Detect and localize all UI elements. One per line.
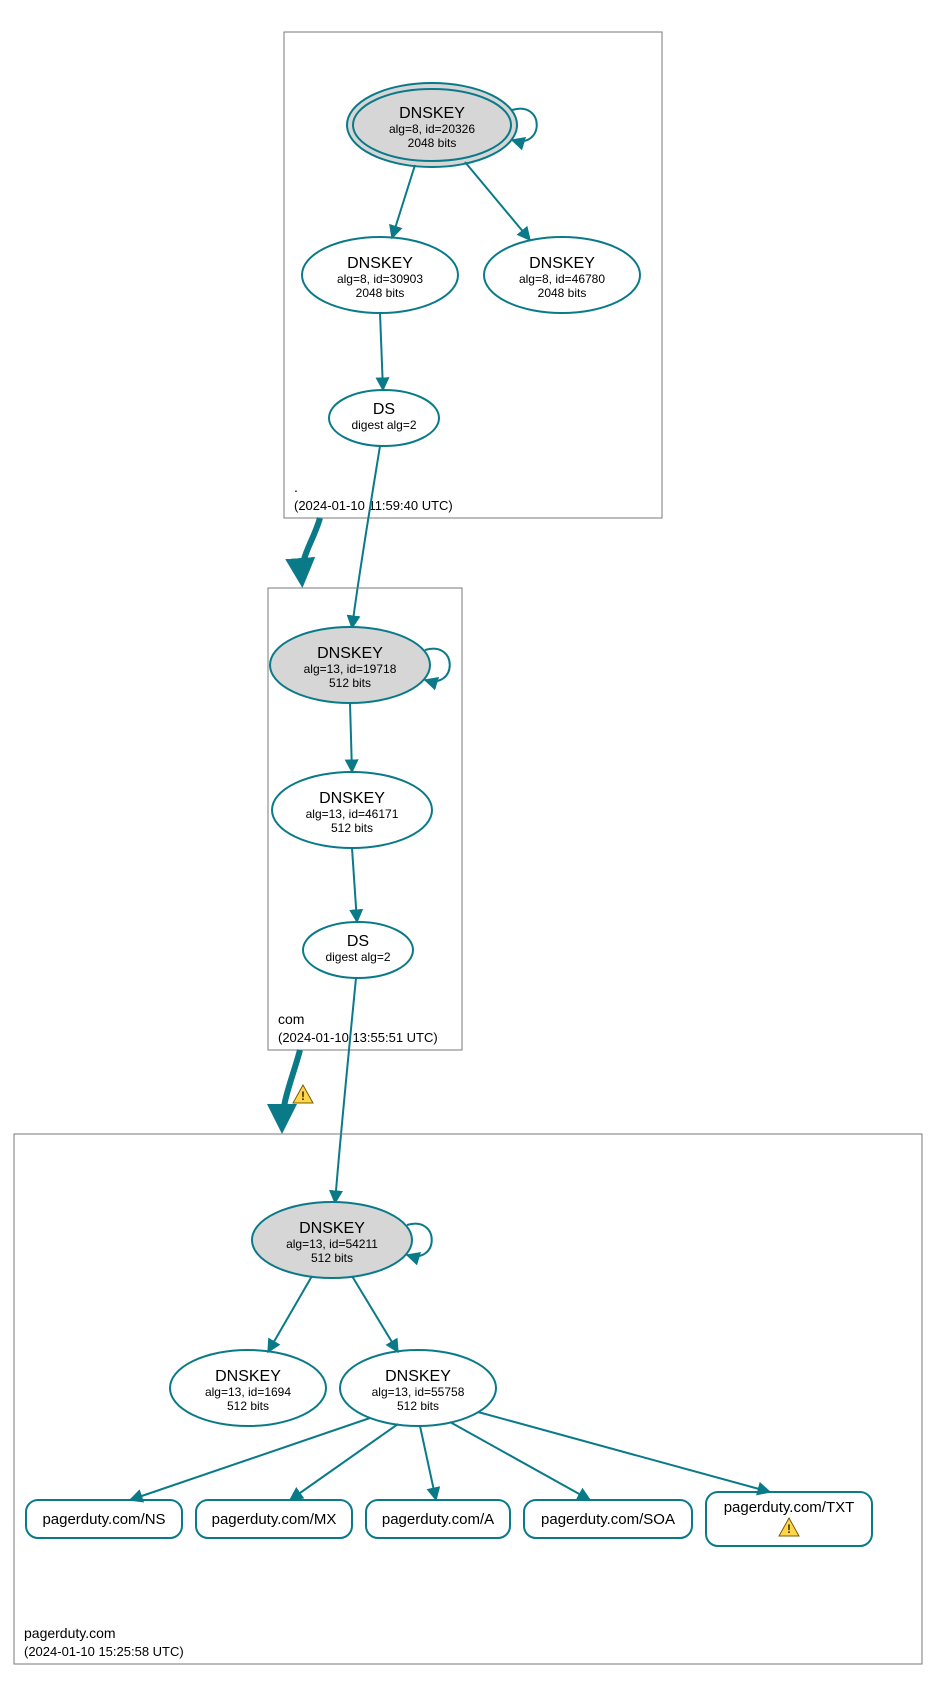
zone-com-timestamp: (2024-01-10 13:55:51 UTC) (278, 1030, 438, 1045)
com-ds-node: DS digest alg=2 (303, 922, 413, 978)
svg-text:512 bits: 512 bits (227, 1399, 269, 1413)
zone-pd-timestamp: (2024-01-10 15:25:58 UTC) (24, 1644, 184, 1659)
com-zsk-node: DNSKEY alg=13, id=46171 512 bits (272, 772, 432, 848)
edge-rootksk-to-zsk2 (465, 162, 530, 240)
svg-text:512 bits: 512 bits (311, 1251, 353, 1265)
record-mx: pagerduty.com/MX (196, 1500, 352, 1538)
edge-rootds-to-comksk (352, 446, 380, 628)
root-zsk2-node: DNSKEY alg=8, id=46780 2048 bits (484, 237, 640, 313)
svg-text:alg=8, id=20326: alg=8, id=20326 (389, 122, 475, 136)
pd-ksk-node: DNSKEY alg=13, id=54211 512 bits (252, 1202, 432, 1278)
edge-pdzsk2-to-ns (130, 1418, 370, 1500)
svg-text:pagerduty.com/SOA: pagerduty.com/SOA (541, 1511, 675, 1528)
edge-pdksk-to-zsk2 (352, 1276, 398, 1352)
edge-pdzsk2-to-soa (450, 1422, 590, 1500)
svg-text:alg=8, id=46780: alg=8, id=46780 (519, 272, 605, 286)
edge-rootksk-to-zsk1 (392, 165, 415, 238)
svg-text:2048 bits: 2048 bits (356, 286, 405, 300)
svg-text:alg=8, id=30903: alg=8, id=30903 (337, 272, 423, 286)
zone-com-label: com (278, 1011, 304, 1027)
svg-text:DS: DS (373, 401, 395, 418)
svg-text:!: ! (301, 1089, 305, 1103)
record-soa: pagerduty.com/SOA (524, 1500, 692, 1538)
record-txt: pagerduty.com/TXT ! (706, 1492, 872, 1546)
svg-text:alg=13, id=46171: alg=13, id=46171 (306, 807, 399, 821)
pd-zsk1-node: DNSKEY alg=13, id=1694 512 bits (170, 1350, 326, 1426)
zone-com: com (2024-01-10 13:55:51 UTC) DNSKEY alg… (268, 588, 462, 1050)
svg-text:alg=13, id=19718: alg=13, id=19718 (304, 662, 397, 676)
zone-root: . (2024-01-10 11:59:40 UTC) DNSKEY alg=8… (284, 32, 662, 518)
svg-text:digest alg=2: digest alg=2 (325, 950, 390, 964)
com-ksk-node: DNSKEY alg=13, id=19718 512 bits (270, 627, 450, 703)
svg-text:DS: DS (347, 933, 369, 950)
zone-pagerduty: pagerduty.com (2024-01-10 15:25:58 UTC) … (14, 1134, 922, 1664)
svg-text:alg=13, id=1694: alg=13, id=1694 (205, 1385, 291, 1399)
svg-text:alg=13, id=54211: alg=13, id=54211 (286, 1237, 378, 1251)
edge-pdzsk2-to-mx (290, 1424, 398, 1500)
zone-root-label: . (294, 479, 298, 495)
edge-comzone-to-pdzone (282, 1050, 300, 1128)
edge-rootzsk1-to-ds (380, 313, 383, 390)
svg-text:DNSKEY: DNSKEY (385, 1368, 451, 1385)
warning-icon: ! (293, 1085, 313, 1103)
edge-comzsk-to-comds (352, 848, 357, 922)
svg-text:2048 bits: 2048 bits (408, 136, 457, 150)
svg-text:alg=13, id=55758: alg=13, id=55758 (372, 1385, 465, 1399)
edge-pdzsk2-to-txt (478, 1412, 770, 1492)
record-a: pagerduty.com/A (366, 1500, 510, 1538)
svg-text:DNSKEY: DNSKEY (215, 1368, 281, 1385)
svg-text:pagerduty.com/A: pagerduty.com/A (382, 1511, 494, 1528)
svg-text:pagerduty.com/TXT: pagerduty.com/TXT (724, 1499, 855, 1516)
edge-pdksk-to-zsk1 (268, 1276, 312, 1352)
svg-text:DNSKEY: DNSKEY (299, 1220, 365, 1237)
svg-text:digest alg=2: digest alg=2 (351, 418, 416, 432)
edge-comds-to-pdksk (335, 978, 356, 1203)
svg-text:DNSKEY: DNSKEY (347, 255, 413, 272)
record-ns: pagerduty.com/NS (26, 1500, 182, 1538)
zone-root-timestamp: (2024-01-10 11:59:40 UTC) (294, 498, 453, 513)
svg-text:pagerduty.com/NS: pagerduty.com/NS (42, 1511, 165, 1528)
edge-comksk-to-comzsk (350, 703, 352, 772)
svg-text:DNSKEY: DNSKEY (529, 255, 595, 272)
svg-text:DNSKEY: DNSKEY (317, 645, 383, 662)
svg-text:!: ! (787, 1522, 791, 1536)
dnssec-graph: . (2024-01-10 11:59:40 UTC) DNSKEY alg=8… (0, 0, 936, 1700)
svg-text:pagerduty.com/MX: pagerduty.com/MX (212, 1511, 337, 1528)
zone-pd-label: pagerduty.com (24, 1625, 116, 1641)
root-zsk1-node: DNSKEY alg=8, id=30903 2048 bits (302, 237, 458, 313)
edge-pdzsk2-to-a (420, 1426, 436, 1500)
svg-text:512 bits: 512 bits (397, 1399, 439, 1413)
root-ds-node: DS digest alg=2 (329, 390, 439, 446)
svg-text:512 bits: 512 bits (331, 821, 373, 835)
root-ksk-node: DNSKEY alg=8, id=20326 2048 bits (347, 83, 537, 167)
svg-text:2048 bits: 2048 bits (538, 286, 587, 300)
svg-text:DNSKEY: DNSKEY (399, 105, 465, 122)
svg-text:DNSKEY: DNSKEY (319, 790, 385, 807)
edge-rootzone-to-comzone (302, 518, 320, 582)
pd-zsk2-node: DNSKEY alg=13, id=55758 512 bits (340, 1350, 496, 1426)
svg-text:512 bits: 512 bits (329, 676, 371, 690)
